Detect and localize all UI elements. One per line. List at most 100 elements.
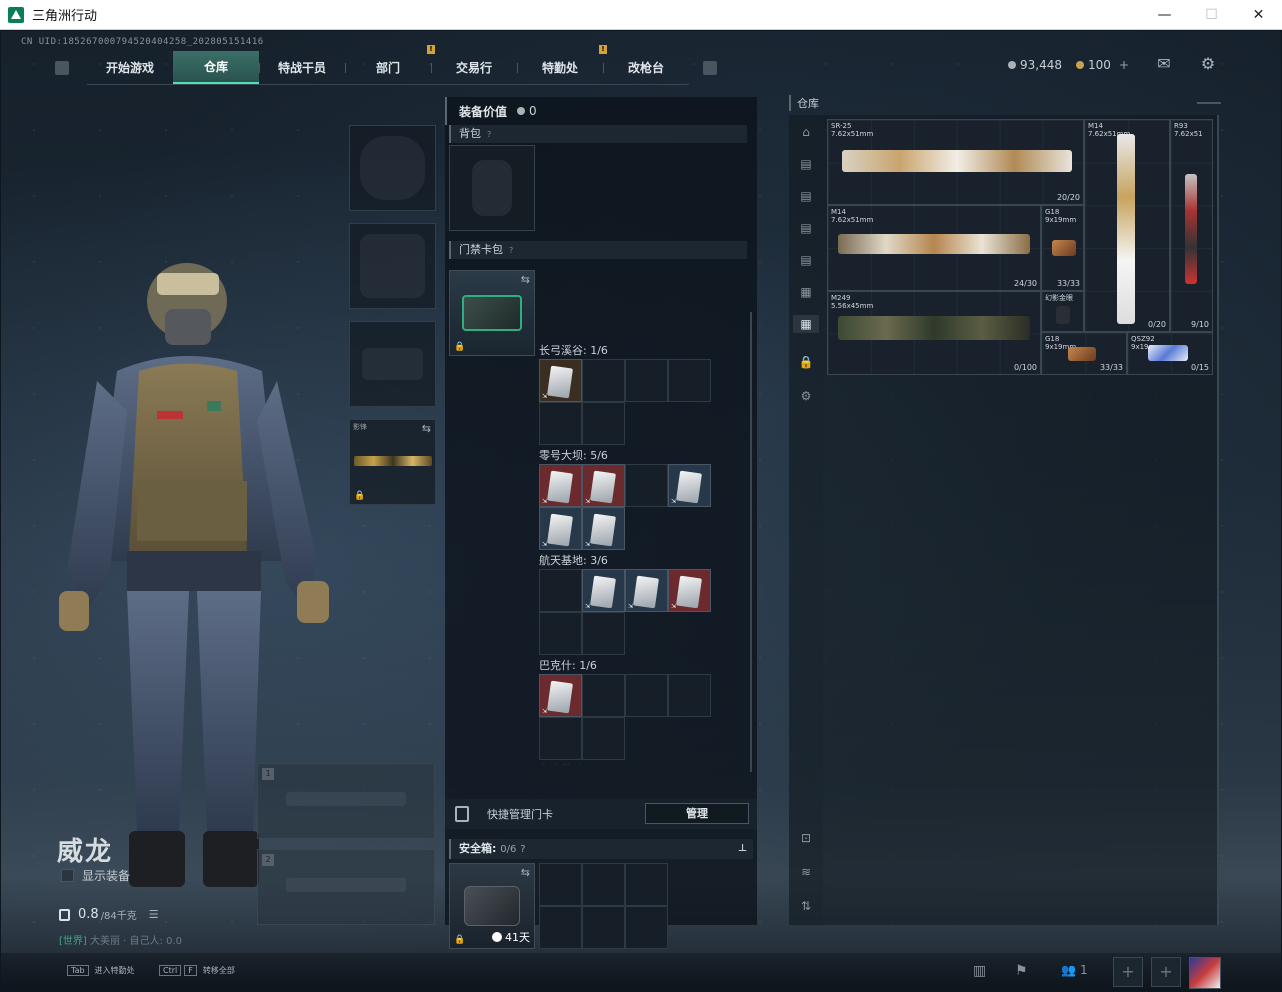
tab-market[interactable]: 交易行 [431,51,517,84]
help-icon[interactable]: ? [487,130,491,139]
add-currency-button[interactable]: + [1119,58,1129,72]
stats-icon[interactable]: ▥ [973,963,986,979]
nav-prev-icon[interactable] [55,61,69,75]
manage-button[interactable]: 管理 [645,803,749,824]
stash-item-knife[interactable]: 幻影金眼 [1041,291,1084,332]
keycard-item[interactable]: ⇲ [539,507,582,550]
keycard-empty-cell[interactable] [539,612,582,655]
pistol-slot[interactable] [349,321,436,407]
keycard-empty-cell[interactable] [539,569,582,612]
keycard-empty-cell[interactable] [582,717,625,760]
minimize-button[interactable]: — [1141,0,1188,30]
squad-button[interactable]: 👥 1 [1061,963,1088,977]
keycard-item[interactable]: ⇲ [625,569,668,612]
stash-page-icon[interactable]: ⌂ [797,123,815,141]
keycard-item[interactable]: ⇲ [668,569,711,612]
safebox-empty-cell[interactable] [625,863,668,906]
gear-icon[interactable]: ⚙ [1199,56,1217,72]
keycard-item[interactable]: ⇲ [582,464,625,507]
sort-icon[interactable]: ⇅ [797,897,815,915]
loadout-scroll-area[interactable]: 背包? 门禁卡包? ⇆ 🔒 长弓溪谷: 1/6 ⇲ 零号大坝: 5/6 ⇲ ⇲ ⇲ ⇲ ⇲ 航天… [445,125,757,765]
keycard-empty-cell[interactable] [582,612,625,655]
invite-slot-button[interactable]: + [1151,957,1181,987]
scrollbar[interactable] [750,312,752,772]
stash-item-g18-b[interactable]: G18 9x19mm 33/33 [1041,332,1127,375]
keycard-empty-cell[interactable] [625,674,668,717]
flag-icon[interactable]: ⚑ [1015,963,1028,979]
nav-next-icon[interactable] [703,61,717,75]
keycard-empty-cell[interactable] [539,717,582,760]
keycard-empty-cell[interactable] [539,402,582,445]
safebox-grid[interactable] [539,863,668,949]
primary-weapon-slot[interactable]: 1 [257,763,435,839]
stash-item-sr25[interactable]: SR-25 7.62x51mm 20/20 [827,119,1084,205]
stash-item-m14[interactable]: M14 7.62x51mm 0/20 [1084,119,1170,332]
safebox-empty-cell[interactable] [582,863,625,906]
keycard-item[interactable]: ⇲ [539,464,582,507]
armor-slot[interactable] [349,223,436,309]
keycard-item[interactable]: ⇲ [668,464,711,507]
keycard-empty-cell[interactable] [582,359,625,402]
gear-icon[interactable]: ⚙ [797,387,815,405]
keycard-item[interactable]: ⇲ [539,359,582,402]
swap-icon[interactable]: ⇆ [422,422,431,435]
stash-item-m249[interactable]: M249 5.56x45mm 0/100 [827,291,1041,375]
secondary-weapon-slot[interactable]: 2 [257,849,435,925]
stash-page-icon[interactable]: ▤ [797,155,815,173]
hint-transfer-all[interactable]: Ctrl F 转移全部 [159,965,235,976]
keycase-slot[interactable]: ⇆ 🔒 [449,270,535,356]
stash-item-m14-b[interactable]: M14 7.62x51mm 24/30 [827,205,1041,291]
key-link-icon: ⇲ [585,498,591,505]
keycard-empty-cell[interactable] [625,359,668,402]
show-gear-checkbox[interactable] [61,869,74,882]
keycard-icon [676,470,702,504]
list-icon[interactable]: ☰ [149,908,159,921]
avatar[interactable] [1189,957,1221,989]
tab-special-ops[interactable]: 特勤处! [517,45,607,84]
stash-item-qsz92[interactable]: QSZ92 9x19mm 0/15 [1127,332,1213,375]
keycard-empty-cell[interactable] [582,402,625,445]
tab-gunsmith[interactable]: 改枪台 [603,51,689,84]
backpack-slot[interactable] [449,145,535,231]
close-button[interactable]: ✕ [1235,0,1282,30]
tab-operators[interactable]: 特战干员 [259,51,345,84]
melee-slot[interactable]: 影锋 ⇆ 🔒 [349,419,436,505]
stash-page-icon[interactable]: ▤ [797,251,815,269]
show-gear-toggle[interactable]: 显示装备 [61,867,130,884]
safebox-empty-cell[interactable] [539,863,582,906]
hint-special-ops[interactable]: Tab 进入特勤处 [67,965,135,976]
stash-page-weapons-icon[interactable]: ▦ [793,315,819,333]
stash-item-r93[interactable]: R93 7.62x51 9/10 [1170,119,1213,332]
keycard-empty-cell[interactable] [668,359,711,402]
stash-page-icon[interactable]: ▤ [797,219,815,237]
help-icon[interactable]: ? [509,246,513,255]
safebox-slot[interactable]: ⇆ 🔒 41天 [449,863,535,949]
stash-tool-icon[interactable]: ⊡ [797,829,815,847]
keycard-empty-cell[interactable] [668,674,711,717]
stash-page-icon[interactable]: ▦ [797,283,815,301]
help-icon[interactable]: ? [520,844,525,855]
tab-stash[interactable]: 仓库 [173,51,259,84]
keycard-item[interactable]: ⇲ [582,569,625,612]
invite-slot-button[interactable]: + [1113,957,1143,987]
swap-icon[interactable]: ⇆ [521,866,530,879]
keycard-item[interactable]: ⇲ [582,507,625,550]
pin-icon[interactable]: ⊥ [738,839,747,859]
keycard-item[interactable]: ⇲ [539,674,582,717]
tab-department[interactable]: 部门! [345,45,435,84]
maximize-button[interactable]: ☐ [1188,0,1235,30]
layers-icon[interactable]: ≋ [797,863,815,881]
safebox-empty-cell[interactable] [582,906,625,949]
swap-icon[interactable]: ⇆ [521,273,530,286]
lock-icon[interactable]: 🔒 [797,353,815,371]
stash-item-g18[interactable]: G18 9x19mm 33/33 [1041,205,1084,291]
safebox-empty-cell[interactable] [539,906,582,949]
stash-page-icon[interactable]: ▤ [797,187,815,205]
tab-start-game[interactable]: 开始游戏 [87,51,173,84]
keycard-empty-cell[interactable] [625,464,668,507]
helmet-slot[interactable] [349,125,436,211]
key-f: F [184,965,197,976]
safebox-empty-cell[interactable] [625,906,668,949]
keycard-empty-cell[interactable] [582,674,625,717]
mail-icon[interactable]: ✉ [1155,56,1173,72]
